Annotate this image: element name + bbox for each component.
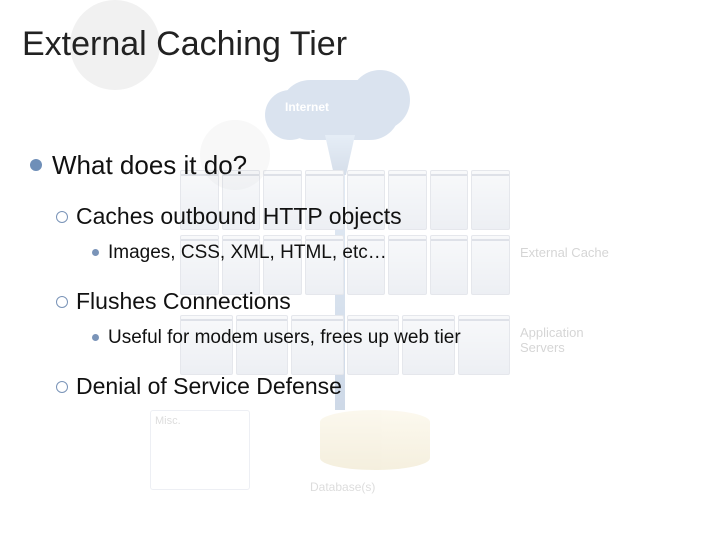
- database-label: Database(s): [310, 480, 375, 494]
- bullet-caches: Caches outbound HTTP objects: [56, 203, 690, 230]
- cloud-label: Internet: [285, 100, 329, 114]
- bullet-caches-detail: Images, CSS, XML, HTML, etc…: [92, 242, 690, 264]
- database-icon: [320, 410, 430, 470]
- slide-content: What does it do? Caches outbound HTTP ob…: [30, 150, 690, 412]
- bullet-flushes: Flushes Connections: [56, 288, 690, 315]
- cloud-icon: [280, 80, 400, 140]
- bullet-dos: Denial of Service Defense: [56, 373, 690, 400]
- slide-title: External Caching Tier: [22, 25, 347, 64]
- bullet-lvl1: What does it do?: [30, 150, 690, 181]
- bullet-flushes-detail: Useful for modem users, frees up web tie…: [92, 327, 690, 349]
- misc-box: Misc.: [150, 410, 250, 490]
